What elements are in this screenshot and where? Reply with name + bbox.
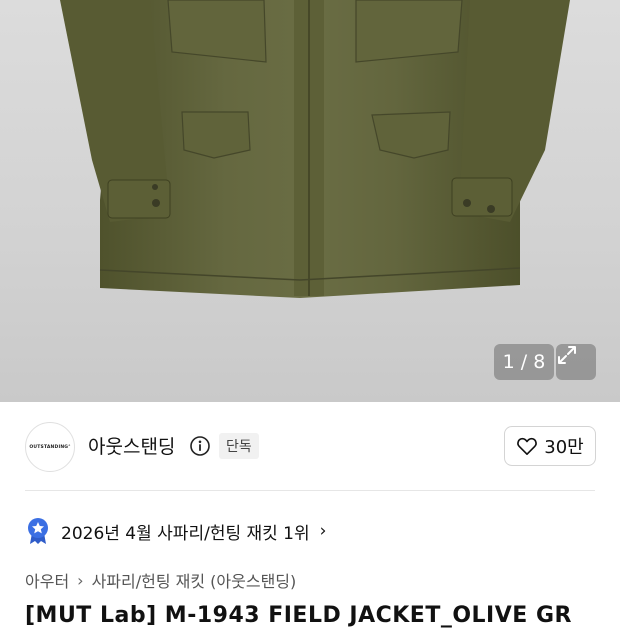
exclusive-badge: 단독 <box>219 433 259 459</box>
chevron-right-icon: › <box>77 570 84 590</box>
product-image[interactable]: 1 / 8 <box>0 0 620 402</box>
brand-logo[interactable]: OUTSTANDING° <box>25 422 75 472</box>
expand-button[interactable] <box>556 344 596 380</box>
image-counter: 1 / 8 <box>494 344 554 380</box>
product-title: [MUT Lab] M-1943 FIELD JACKET_OLIVE GR <box>25 603 572 628</box>
ranking-link[interactable]: 2026년 4월 사파리/헌팅 재킷 1위 › <box>25 516 326 546</box>
like-button[interactable]: 30만 <box>504 426 596 466</box>
brand-row: OUTSTANDING° 아웃스탠딩 단독 30만 <box>0 402 620 490</box>
brand-name[interactable]: 아웃스탠딩 <box>88 432 175 459</box>
heart-icon <box>517 437 538 455</box>
ranking-star-badge-icon <box>28 518 48 544</box>
ranking-text: 2026년 4월 사파리/헌팅 재킷 1위 <box>61 523 310 544</box>
like-count: 30만 <box>544 437 584 458</box>
chevron-right-icon: › <box>319 521 327 541</box>
breadcrumb-item-outer[interactable]: 아우터 <box>25 568 69 592</box>
brand-logo-text: OUTSTANDING° <box>29 444 71 450</box>
divider <box>25 490 595 491</box>
breadcrumb-item-category[interactable]: 사파리/헌팅 재킷 (아웃스탠딩) <box>92 568 297 592</box>
jacket-illustration <box>60 0 570 298</box>
breadcrumb: 아우터 › 사파리/헌팅 재킷 (아웃스탠딩) <box>25 568 296 592</box>
expand-icon <box>558 346 576 364</box>
info-icon[interactable] <box>189 435 211 457</box>
